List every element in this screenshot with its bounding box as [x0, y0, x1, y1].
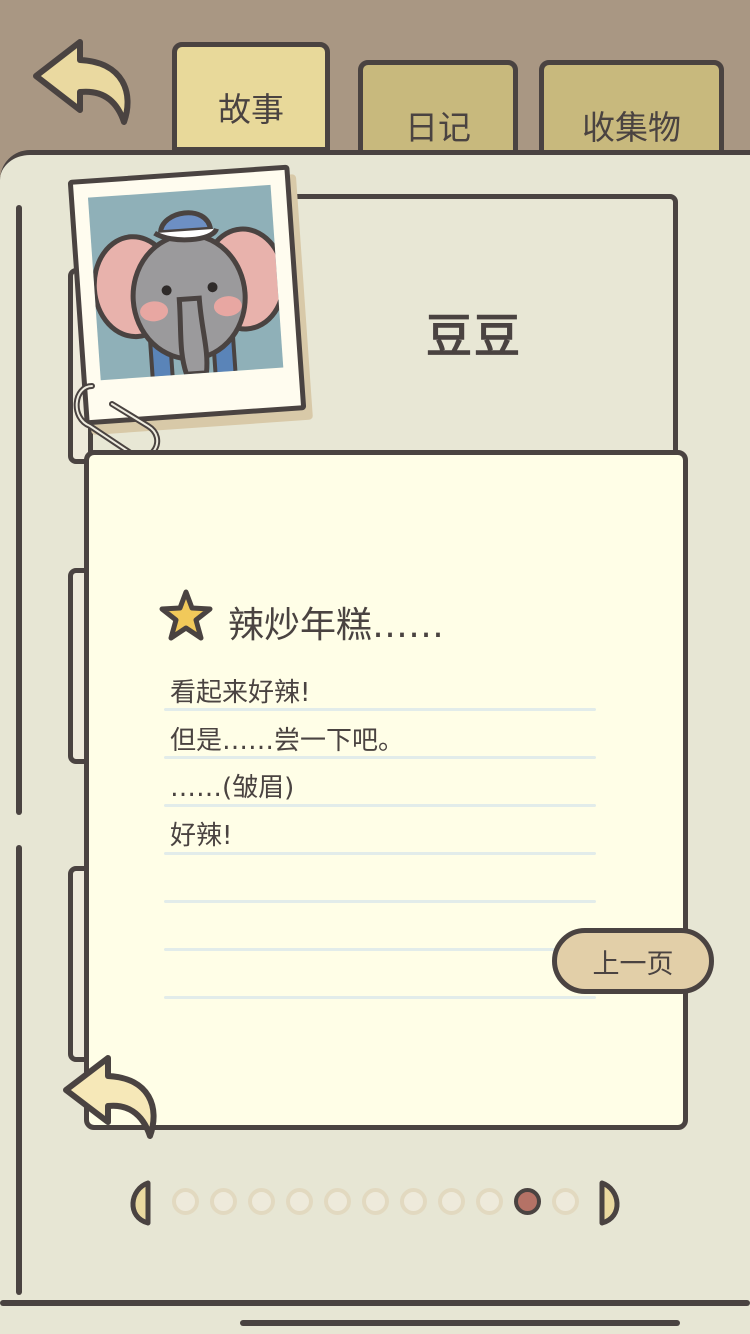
next-arrow-icon[interactable] [598, 1179, 628, 1227]
character-name: 豆豆 [426, 309, 522, 363]
note-line: 但是……尝一下吧。 [170, 726, 405, 756]
page-dot-active[interactable] [514, 1188, 541, 1215]
book-spine-lower [16, 845, 22, 1295]
book-bottom-edge [0, 1300, 750, 1306]
note-title: 辣炒年糕…… [228, 605, 445, 646]
ruled-line [164, 756, 596, 759]
tab-story[interactable]: 故事 [172, 42, 330, 152]
ruled-line [164, 948, 596, 951]
page-dot[interactable] [552, 1188, 579, 1215]
ruled-line [164, 852, 596, 855]
tab-diary-label: 日记 [405, 108, 471, 147]
prev-arrow-icon[interactable] [122, 1179, 152, 1227]
page-dot[interactable] [362, 1188, 389, 1215]
page-dots [172, 1188, 579, 1215]
page-dot[interactable] [400, 1188, 427, 1215]
page-dot[interactable] [286, 1188, 313, 1215]
page-dot[interactable] [248, 1188, 275, 1215]
tab-collection-label: 收集物 [582, 108, 681, 147]
prev-page-label: 上一页 [592, 948, 674, 980]
tab-story-label: 故事 [218, 90, 284, 129]
ruled-line [164, 996, 596, 999]
page-dot[interactable] [476, 1188, 503, 1215]
back-arrow-icon[interactable] [28, 34, 138, 134]
page-dot[interactable] [324, 1188, 351, 1215]
ruled-line [164, 708, 596, 711]
page-dot[interactable] [210, 1188, 237, 1215]
elephant-portrait-icon [91, 210, 284, 381]
book-bottom-edge-inner [240, 1320, 680, 1326]
book-spine [16, 205, 22, 815]
back-arrow-icon[interactable] [60, 1052, 164, 1144]
ruled-line [164, 804, 596, 807]
star-icon [159, 589, 213, 641]
page-dot[interactable] [172, 1188, 199, 1215]
note-line: 好辣! [170, 821, 233, 851]
prev-page-button[interactable]: 上一页 [552, 928, 714, 994]
ruled-line [164, 900, 596, 903]
page-dot[interactable] [438, 1188, 465, 1215]
page-indicator [122, 1176, 628, 1230]
note-line: ……(皱眉) [170, 773, 295, 803]
note-line: 看起来好辣! [170, 678, 311, 708]
